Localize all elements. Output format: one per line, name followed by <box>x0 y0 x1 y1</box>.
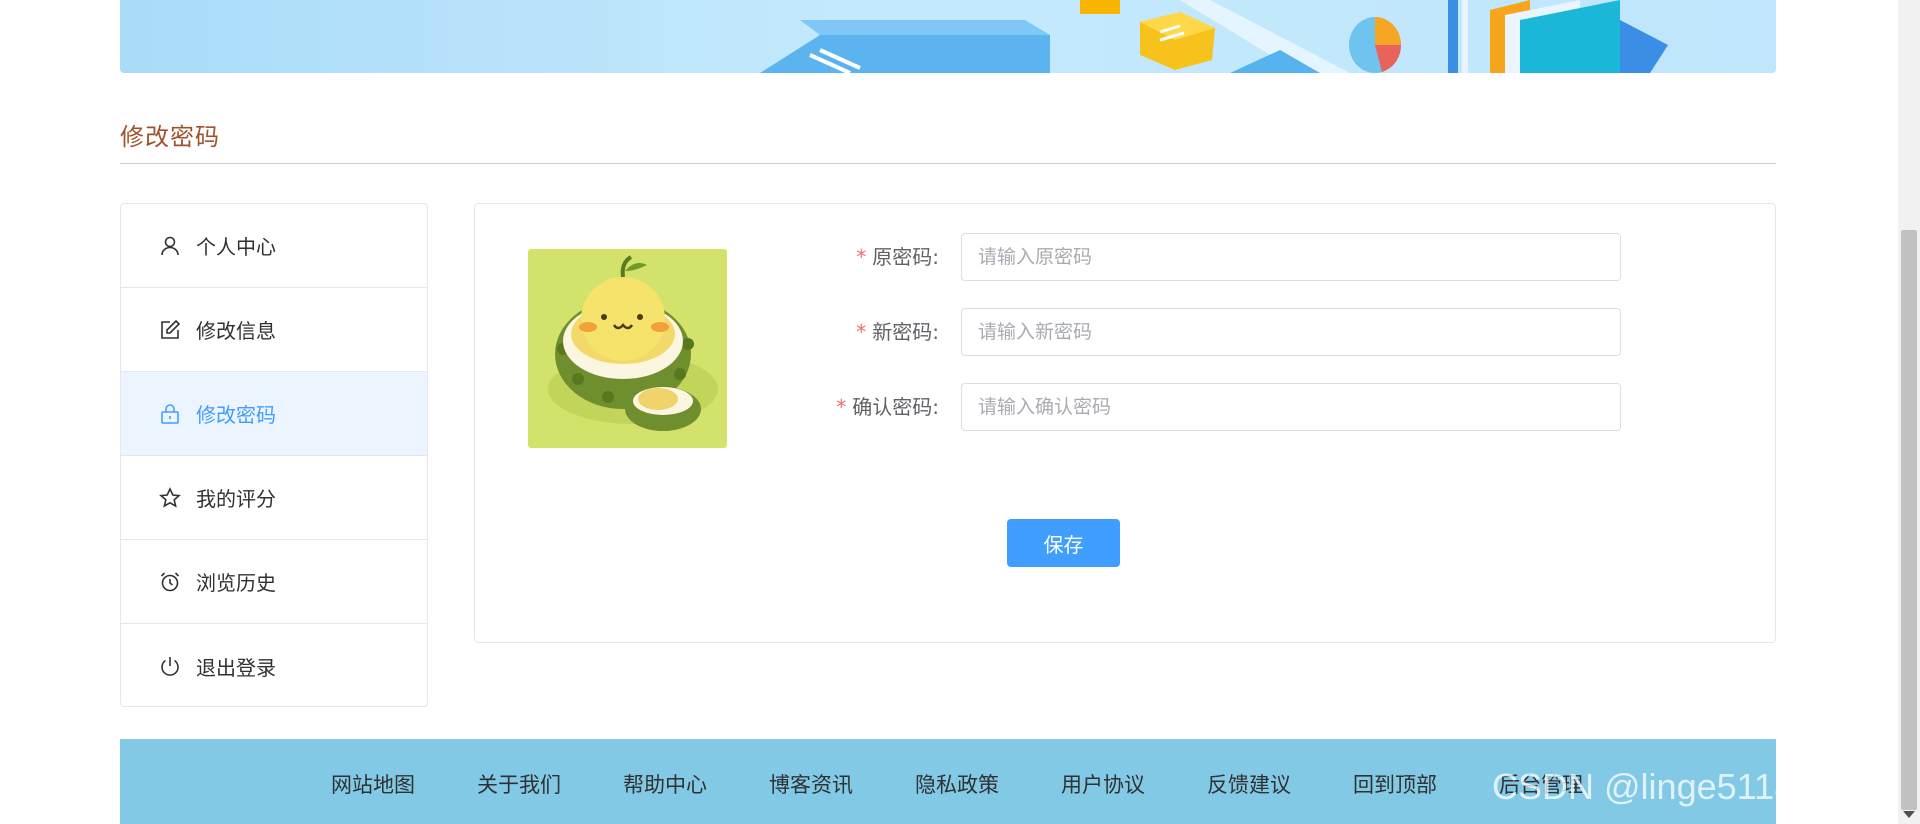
new-password-input[interactable] <box>961 308 1621 356</box>
title-divider <box>120 163 1776 164</box>
csdn-watermark: CSDN @linge511873822 <box>1492 766 1895 807</box>
sidebar-item-change-password[interactable]: 修改密码 <box>121 372 427 456</box>
sidebar-item-label: 个人中心 <box>196 235 276 259</box>
old-password-row: * 原密码: <box>475 233 1777 281</box>
confirm-password-row: * 确认密码: <box>475 383 1777 431</box>
footer-link-help-center[interactable]: 帮助中心 <box>623 769 769 799</box>
power-icon <box>158 654 182 678</box>
scrollbar[interactable] <box>1898 0 1920 824</box>
old-password-input[interactable] <box>961 233 1621 281</box>
sidebar-item-my-ratings[interactable]: 我的评分 <box>121 456 427 540</box>
user-sidebar: 个人中心 修改信息 修改密码 我的评分 浏览历史 退出登录 <box>120 203 428 707</box>
lock-icon <box>158 402 182 426</box>
scrollbar-thumb[interactable] <box>1901 230 1917 810</box>
old-password-label: * 原密码: <box>856 245 939 269</box>
footer-link-back-to-top[interactable]: 回到顶部 <box>1353 769 1499 799</box>
footer-link-about-us[interactable]: 关于我们 <box>477 769 623 799</box>
banner-art <box>760 0 1668 73</box>
star-icon <box>158 486 182 510</box>
banner-illustration <box>120 0 1776 73</box>
footer-link-feedback[interactable]: 反馈建议 <box>1207 769 1353 799</box>
sidebar-item-logout[interactable]: 退出登录 <box>121 624 427 706</box>
required-mark: * <box>836 395 847 419</box>
user-icon <box>158 234 182 258</box>
sidebar-item-label: 退出登录 <box>196 655 276 680</box>
required-mark: * <box>856 245 867 269</box>
footer-link-blog[interactable]: 博客资讯 <box>769 769 915 799</box>
new-password-row: * 新密码: <box>475 308 1777 356</box>
sidebar-item-browse-history[interactable]: 浏览历史 <box>121 540 427 624</box>
scroll-down-arrow-icon[interactable] <box>1903 811 1915 818</box>
edit-icon <box>158 318 182 342</box>
sidebar-item-label: 修改信息 <box>196 319 276 343</box>
sidebar-item-label: 修改密码 <box>196 403 276 427</box>
footer-link-user-agreement[interactable]: 用户协议 <box>1061 769 1207 799</box>
sidebar-item-label: 浏览历史 <box>196 571 276 595</box>
new-password-label: * 新密码: <box>856 320 939 344</box>
sidebar-item-edit-info[interactable]: 修改信息 <box>121 288 427 372</box>
change-password-panel: * 原密码: * 新密码: * 确认密码: 保存 <box>474 203 1776 643</box>
confirm-password-label: * 确认密码: <box>836 395 939 419</box>
sidebar-item-personal-center[interactable]: 个人中心 <box>121 204 427 288</box>
footer-link-privacy[interactable]: 隐私政策 <box>915 769 1061 799</box>
alarm-clock-icon <box>158 570 182 594</box>
save-button[interactable]: 保存 <box>1007 519 1120 567</box>
confirm-password-input[interactable] <box>961 383 1621 431</box>
footer-link-sitemap[interactable]: 网站地图 <box>331 769 477 799</box>
sidebar-item-label: 我的评分 <box>196 487 276 511</box>
page-title: 修改密码 <box>120 123 220 151</box>
required-mark: * <box>856 320 867 344</box>
